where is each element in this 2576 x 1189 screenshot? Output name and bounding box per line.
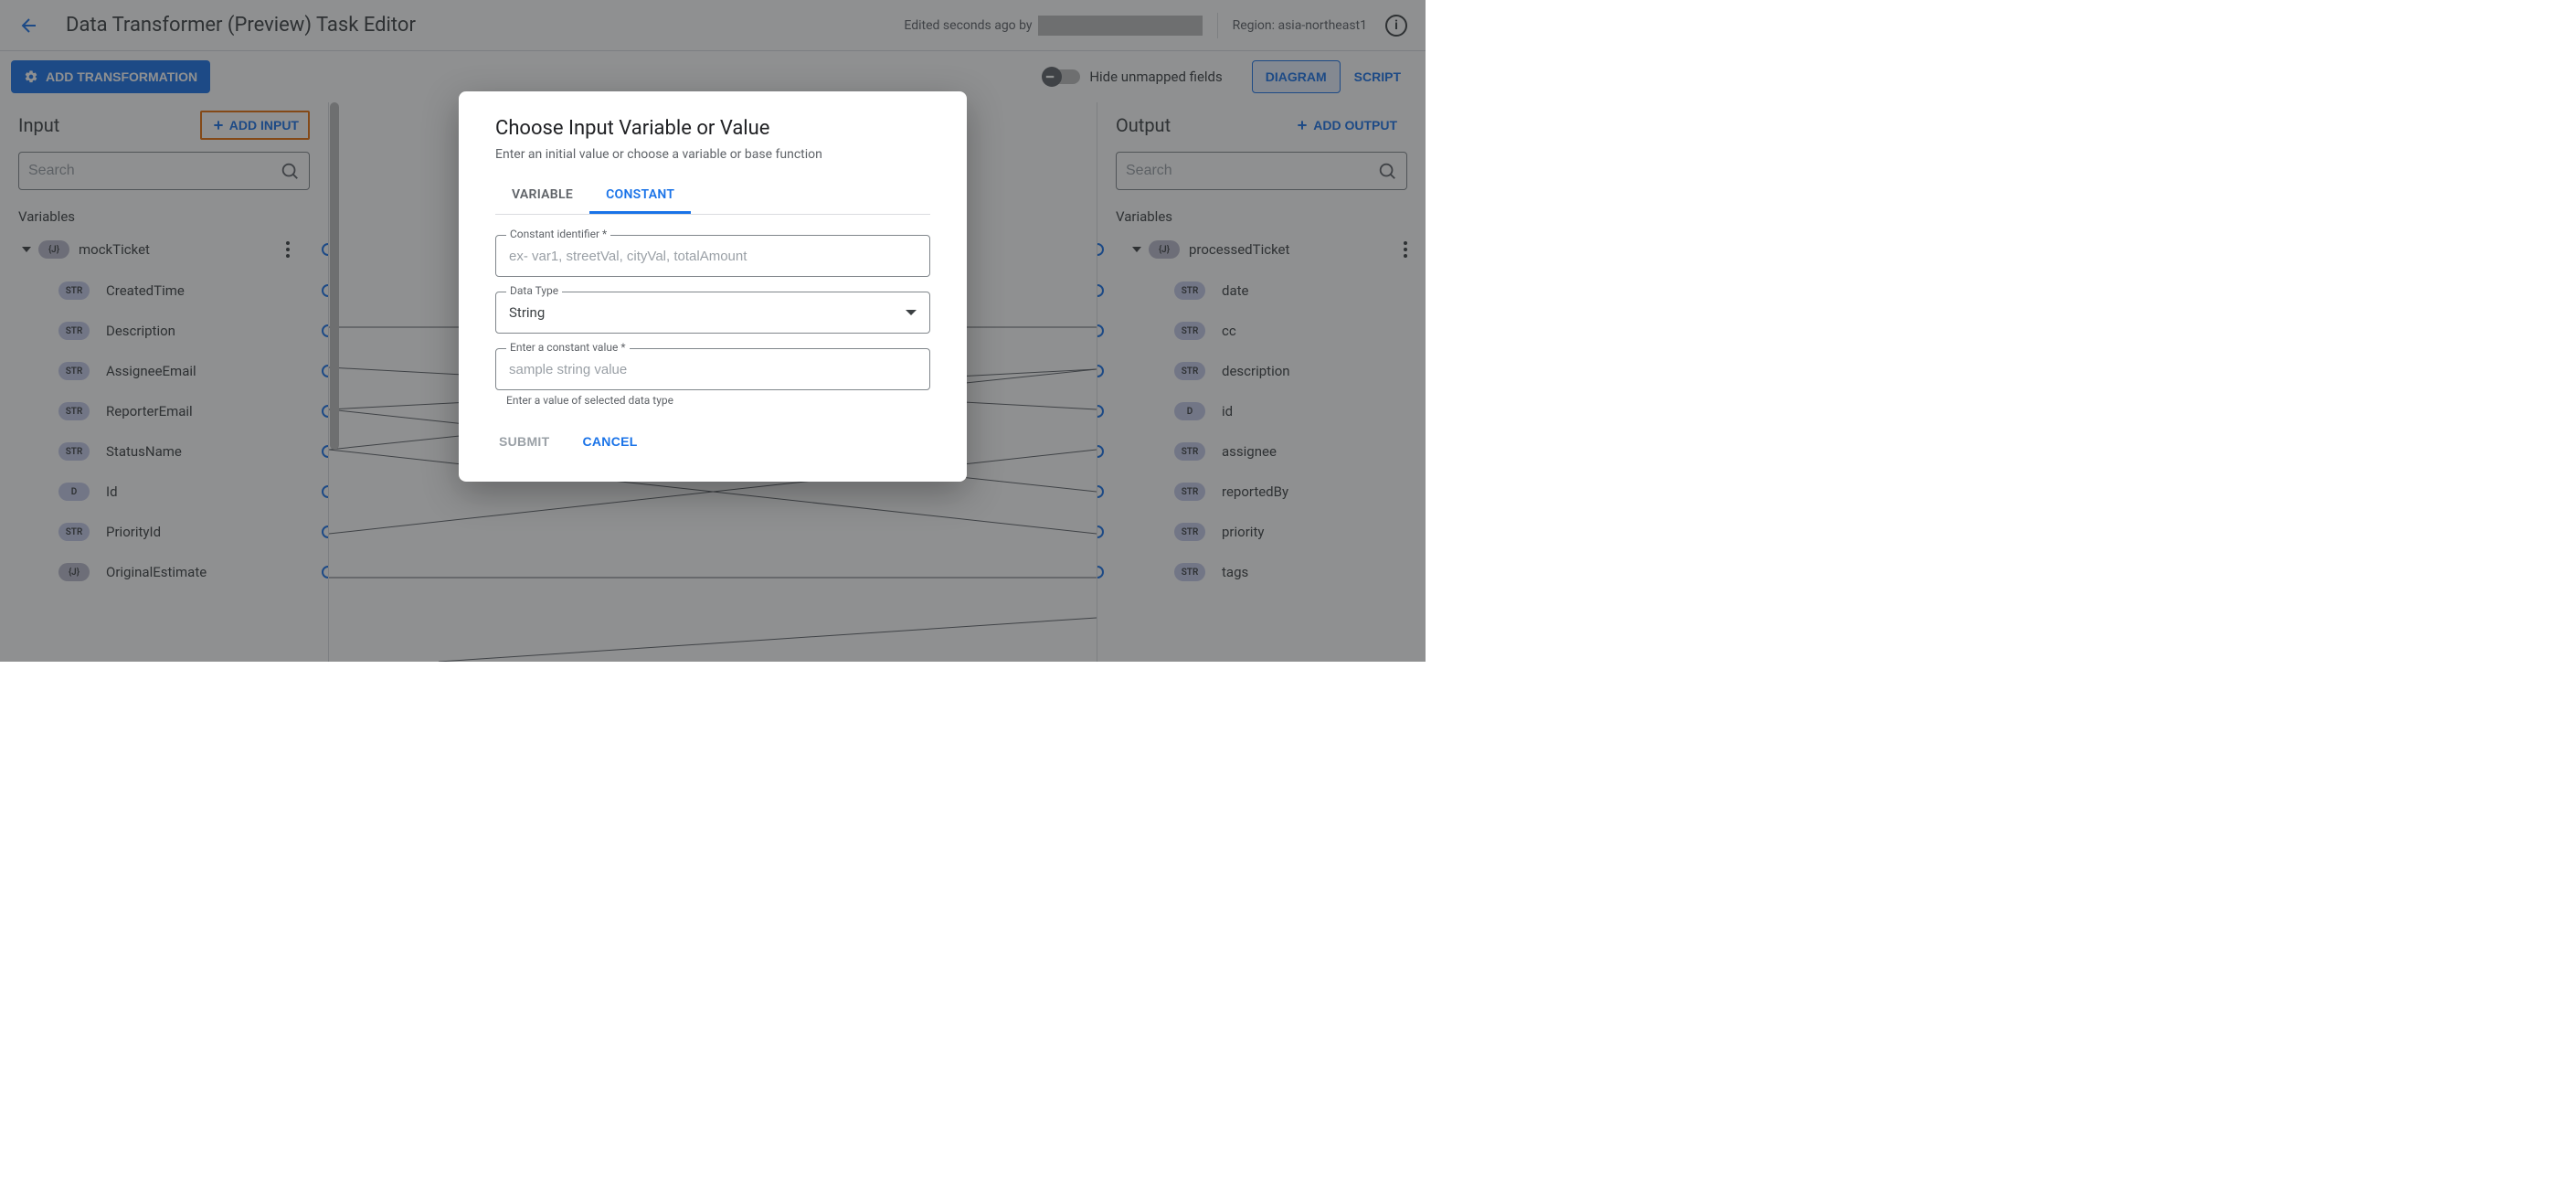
tab-variable[interactable]: VARIABLE xyxy=(495,178,589,214)
modal-buttons: SUBMIT CANCEL xyxy=(495,421,930,456)
data-type-select[interactable]: String xyxy=(495,292,930,334)
data-type-field: Data Type String xyxy=(495,292,930,334)
modal-tabs: VARIABLE CONSTANT xyxy=(495,178,930,215)
modal-overlay[interactable]: Choose Input Variable or Value Enter an … xyxy=(0,0,1426,662)
data-type-label: Data Type xyxy=(506,284,562,297)
constant-value-label: Enter a constant value * xyxy=(506,341,630,354)
constant-value-input[interactable] xyxy=(495,348,930,390)
constant-identifier-input[interactable] xyxy=(495,235,930,277)
cancel-button[interactable]: CANCEL xyxy=(578,427,641,456)
modal-subtitle: Enter an initial value or choose a varia… xyxy=(495,147,930,162)
constant-identifier-label: Constant identifier * xyxy=(506,228,610,240)
constant-value-help: Enter a value of selected data type xyxy=(495,394,930,407)
data-type-value: String xyxy=(509,304,545,321)
submit-button[interactable]: SUBMIT xyxy=(495,427,553,456)
chevron-down-icon xyxy=(906,310,917,315)
constant-value-field: Enter a constant value * Enter a value o… xyxy=(495,348,930,407)
modal-title: Choose Input Variable or Value xyxy=(495,117,930,140)
choose-input-modal: Choose Input Variable or Value Enter an … xyxy=(459,91,967,482)
constant-identifier-field: Constant identifier * xyxy=(495,235,930,277)
tab-constant[interactable]: CONSTANT xyxy=(589,178,691,214)
